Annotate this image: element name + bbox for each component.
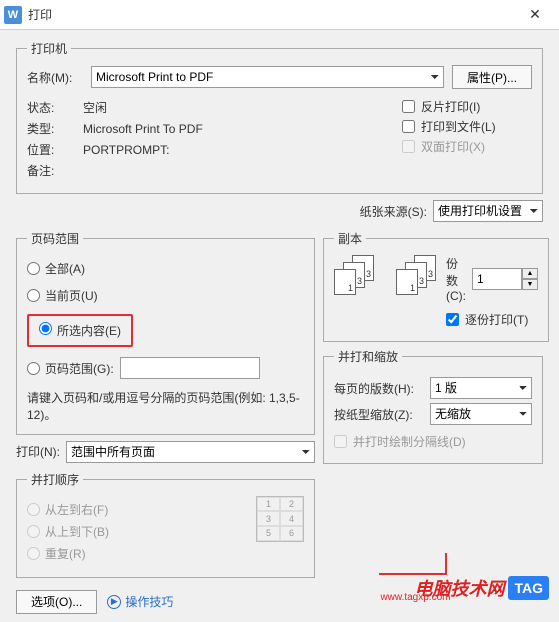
copies-up-button[interactable]: ▲ [522,268,538,279]
properties-button[interactable]: 属性(P)... [452,65,532,89]
order-group: 并打顺序 从左到右(F) 从上到下(B) 重复(R) 12 34 56 [16,471,315,578]
options-button[interactable]: 选项(O)... [16,590,97,614]
watermark-tag: TAG [508,576,549,600]
close-button[interactable]: ✕ [515,0,555,30]
scale-to-paper-label: 按纸型缩放(Z): [334,406,424,423]
page-range-hint: 请键入页码和/或用逗号分隔的页码范围(例如: 1,3,5-12)。 [27,390,304,424]
app-logo-icon: W [4,6,22,24]
tips-icon: ▶ [107,595,121,609]
tips-link[interactable]: ▶ 操作技巧 [107,593,173,610]
type-label: 类型: [27,120,83,137]
order-ttb-radio: 从上到下(B) [27,523,246,540]
watermark-url: www.tagxp.com [380,592,450,603]
range-selection-radio[interactable]: 所选内容(E) [27,314,166,347]
paper-source-label: 纸张来源(S): [360,203,427,220]
printer-legend: 打印机 [27,40,71,57]
print-to-file-checkbox[interactable]: 打印到文件(L) [402,118,532,135]
scale-legend: 并打和缩放 [334,348,402,365]
where-value: PORTPROMPT: [83,143,169,157]
print-what-label: 打印(N): [16,443,60,460]
order-legend: 并打顺序 [27,471,83,488]
where-label: 位置: [27,141,83,158]
highlight-corner [379,553,447,575]
status-label: 状态: [27,99,83,116]
duplex-checkbox: 双面打印(X) [402,138,532,155]
window-title: 打印 [28,6,515,23]
range-current-radio[interactable]: 当前页(U) [27,287,304,304]
pages-per-sheet-select[interactable]: 1 版 [430,377,532,399]
paper-source-select[interactable]: 使用打印机设置 [433,200,543,222]
printer-name-label: 名称(M): [27,69,83,86]
page-range-legend: 页码范围 [27,230,83,247]
collate-diagram: 331 331 [334,255,438,297]
order-repeat-radio: 重复(R) [27,545,246,562]
scale-group: 并打和缩放 每页的版数(H): 1 版 按纸型缩放(Z): 无缩放 并打时绘制分… [323,348,543,464]
copies-legend: 副本 [334,230,366,247]
range-pages-radio[interactable]: 页码范围(G): [27,357,304,379]
type-value: Microsoft Print To PDF [83,122,203,136]
page-range-input[interactable] [120,357,260,379]
titlebar: W 打印 ✕ [0,0,559,30]
print-what-select[interactable]: 范围中所有页面 [66,441,315,463]
range-all-radio[interactable]: 全部(A) [27,260,166,277]
copies-input[interactable] [472,268,522,290]
pages-per-sheet-label: 每页的版数(H): [334,380,424,397]
comment-label: 备注: [27,162,83,179]
order-ltr-radio: 从左到右(F) [27,501,246,518]
page-range-group: 页码范围 全部(A) 当前页(U) 所选内容(E) 页码范围(G): 请键入页码… [16,230,315,435]
watermark: 电脑技术网 www.tagxp.com TAG [414,575,549,601]
scale-to-paper-select[interactable]: 无缩放 [430,403,532,425]
copies-label: 份数(C): [446,255,466,303]
status-value: 空闲 [83,99,107,116]
copies-group: 副本 331 331 份数(C): ▲ ▼ [323,230,549,342]
copies-down-button[interactable]: ▼ [522,279,538,290]
separator-checkbox: 并打时绘制分隔线(D) [334,433,532,450]
reverse-print-checkbox[interactable]: 反片打印(I) [402,98,532,115]
order-diagram: 12 34 56 [256,496,304,542]
collate-checkbox[interactable]: 逐份打印(T) [446,311,538,328]
printer-name-select[interactable]: Microsoft Print to PDF [91,66,444,88]
printer-group: 打印机 名称(M): Microsoft Print to PDF 属性(P).… [16,40,543,194]
